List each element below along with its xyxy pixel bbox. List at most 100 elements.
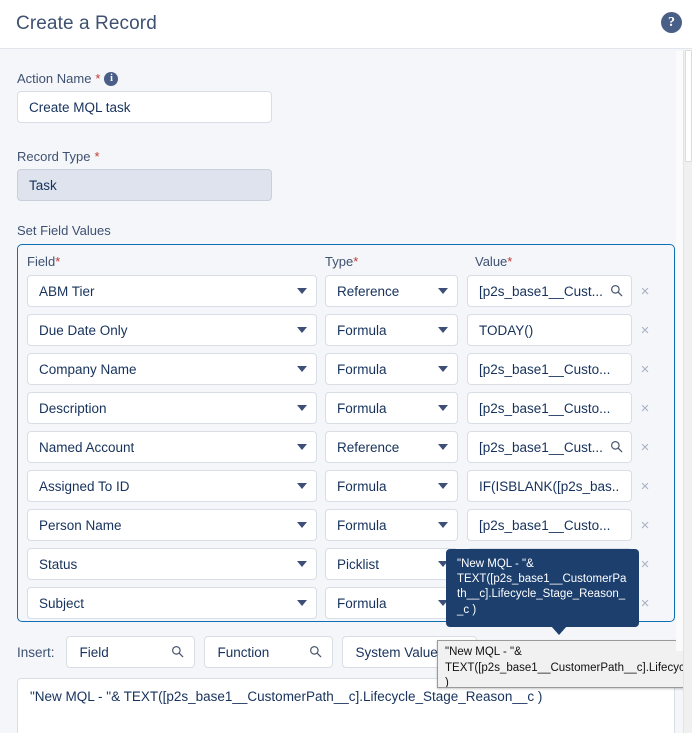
field-select[interactable]: Person Name (27, 509, 317, 541)
value-tooltip-native: "New MQL - "& TEXT([p2s_base1__CustomerP… (437, 640, 692, 688)
column-header-type: Type* (325, 254, 475, 269)
insert-field-button[interactable]: Field (65, 636, 195, 668)
type-select-value: Picklist (337, 556, 380, 572)
field-select[interactable]: Description (27, 392, 317, 424)
field-select[interactable]: Status (27, 548, 317, 580)
type-select[interactable]: Reference (325, 275, 458, 307)
field-select-value: Subject (39, 595, 85, 611)
info-circle-icon[interactable]: i (104, 71, 119, 86)
modal-body: Action Name* i Record Type* Set Field Va… (0, 71, 692, 733)
value-input-text: [p2s_base1__Custo... (479, 361, 611, 377)
remove-row-button[interactable]: × (632, 362, 658, 377)
record-type-input (17, 169, 272, 201)
required-asterisk: * (507, 254, 513, 269)
field-select[interactable]: ABM Tier (27, 275, 317, 307)
page-title: Create a Record (16, 13, 157, 34)
type-select[interactable]: Formula (325, 509, 458, 541)
chevron-down-icon (297, 561, 307, 567)
insert-function-label: Function (217, 644, 270, 660)
required-asterisk: * (94, 149, 100, 164)
required-asterisk: * (353, 254, 359, 269)
remove-row-button[interactable]: × (632, 401, 658, 416)
field-select[interactable]: Subject (27, 587, 317, 619)
insert-function-button[interactable]: Function (203, 636, 333, 668)
value-input[interactable]: [p2s_base1__Custo... (467, 353, 632, 385)
column-header-type-text: Type (325, 254, 354, 269)
column-header-value: Value* (475, 254, 595, 269)
record-type-group: Record Type * (17, 149, 675, 201)
field-select[interactable]: Company Name (27, 353, 317, 385)
field-select-value: Assigned To ID (39, 478, 130, 494)
value-tooltip-dark: "New MQL - "& TEXT([p2s_base1__CustomerP… (446, 549, 639, 635)
search-icon (171, 645, 184, 658)
required-asterisk: * (95, 71, 101, 86)
remove-row-button[interactable]: × (632, 323, 658, 338)
field-select-value: ABM Tier (39, 283, 95, 299)
chevron-down-icon (297, 444, 307, 450)
column-header-field: Field* (27, 254, 325, 269)
remove-row-button[interactable]: × (632, 479, 658, 494)
type-select[interactable]: Formula (325, 392, 458, 424)
chevron-down-icon (297, 366, 307, 372)
field-select-value: Status (39, 556, 78, 572)
chevron-down-icon (297, 522, 307, 528)
table-row: ABM Tier Reference [p2s_base1__Cust... × (27, 275, 665, 307)
value-input[interactable]: [p2s_base1__Cust... (467, 275, 632, 307)
field-select[interactable]: Due Date Only (27, 314, 317, 346)
field-select[interactable]: Assigned To ID (27, 470, 317, 502)
insert-field-label: Field (79, 644, 109, 660)
chevron-down-icon (438, 327, 448, 333)
chevron-down-icon (438, 522, 448, 528)
type-select-value: Reference (337, 439, 400, 455)
chevron-down-icon (297, 405, 307, 411)
table-row: Company Name Formula [p2s_base1__Custo... × (27, 353, 665, 385)
remove-row-button[interactable]: × (632, 440, 658, 455)
remove-row-button[interactable]: × (632, 284, 658, 299)
modal-header: Create a Record ? (0, 0, 692, 49)
type-select[interactable]: Formula (325, 314, 458, 346)
chevron-down-icon (297, 600, 307, 606)
value-input[interactable]: [p2s_base1__Cust... (467, 431, 632, 463)
action-name-input[interactable] (17, 91, 272, 123)
set-field-values-label: Set Field Values (17, 223, 675, 238)
insert-label: Insert: (17, 644, 55, 660)
search-icon[interactable] (610, 284, 623, 297)
value-input[interactable]: IF(ISBLANK([p2s_bas... (467, 470, 632, 502)
column-header-value-text: Value (475, 254, 508, 269)
value-input-text: [p2s_base1__Custo... (479, 400, 611, 416)
value-input[interactable]: [p2s_base1__Custo... (467, 392, 632, 424)
chevron-down-icon (438, 288, 448, 294)
type-select-value: Formula (337, 517, 387, 533)
type-select-value: Formula (337, 400, 387, 416)
required-asterisk: * (55, 254, 61, 269)
type-select[interactable]: Reference (325, 431, 458, 463)
value-input[interactable]: TODAY() (467, 314, 632, 346)
type-select-value: Formula (337, 595, 387, 611)
chevron-down-icon (297, 288, 307, 294)
type-select-value: Formula (337, 361, 387, 377)
chevron-down-icon (438, 405, 448, 411)
page-scrollbar-thumb[interactable] (685, 50, 692, 162)
insert-system-value-label: System Value (355, 644, 438, 660)
help-circle-icon[interactable]: ? (661, 12, 682, 33)
type-select[interactable]: Picklist (325, 548, 458, 580)
page-scrollbar-track[interactable] (683, 50, 692, 733)
chevron-down-icon (438, 444, 448, 450)
table-row: Named Account Reference [p2s_base1__Cust..… (27, 431, 665, 463)
type-select[interactable]: Formula (325, 353, 458, 385)
chevron-down-icon (297, 483, 307, 489)
value-input[interactable]: [p2s_base1__Custo... (467, 509, 632, 541)
type-select[interactable]: Formula (325, 470, 458, 502)
table-row: Person Name Formula [p2s_base1__Custo... × (27, 509, 665, 541)
record-type-label: Record Type * (17, 149, 675, 164)
remove-row-button[interactable]: × (632, 518, 658, 533)
type-select[interactable]: Formula (325, 587, 458, 619)
value-input-text: [p2s_base1__Custo... (479, 517, 611, 533)
field-select[interactable]: Named Account (27, 431, 317, 463)
search-icon[interactable] (610, 440, 623, 453)
value-input-text: [p2s_base1__Cust... (479, 439, 603, 455)
field-select-value: Person Name (39, 517, 122, 533)
field-select-value: Named Account (39, 439, 135, 455)
inner-scrollbar-track[interactable] (676, 51, 683, 651)
tooltip-pointer-icon (551, 625, 567, 635)
